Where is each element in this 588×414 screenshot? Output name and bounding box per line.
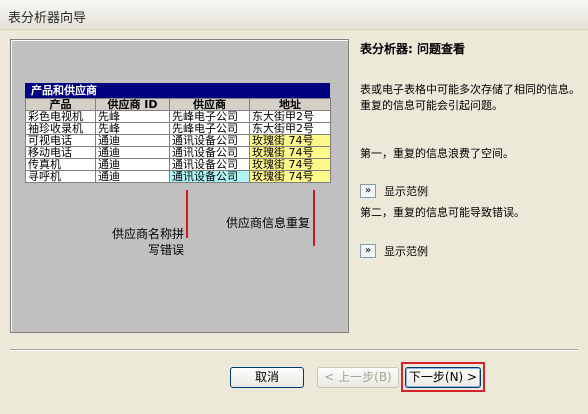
table-cell: 通迪 [95,170,170,183]
table-cell-highlighted: 通讯设备公司 [169,170,250,183]
table-cell: 通讯设备公司 [169,134,250,147]
cancel-button[interactable]: 取消 [230,367,304,388]
next-button[interactable]: 下一步(N) > [405,367,481,388]
table-row: 寻呼机 通迪 通讯设备公司 玫瑰街 74号 [25,170,331,183]
intro-text: 表或电子表格中可能多次存储了相同的信息。重复的信息可能会引起问题。 [360,83,580,112]
sample-table: 产品 供应商 ID 供应商 地址 彩色电视机 先峰 先峰电子公司 东大街甲2号 … [25,98,331,183]
sample-table-window: 产品和供应商 产品 供应商 ID 供应商 地址 彩色电视机 先峰 先峰电子公司 … [25,83,331,183]
column-header: 供应商 ID [95,98,170,111]
table-cell: 寻呼机 [25,170,96,183]
callout-line-misspelled [186,190,188,238]
table-cell: 通讯设备公司 [169,146,250,159]
point-one-text: 第一，重复的信息浪费了空间。 [360,147,514,160]
table-row: 袖珍收录机 先峰 先峰电子公司 东大街甲2号 [25,122,331,135]
callout-label-misspelled-1: 供应商名称拼 [112,227,185,241]
column-header: 地址 [249,98,331,111]
table-cell: 通迪 [95,158,170,171]
show-example-label[interactable]: 显示范例 [384,183,428,199]
table-row: 移动电话 通迪 通讯设备公司 玫瑰街 74号 [25,146,331,159]
table-cell-highlighted: 玫瑰街 74号 [249,158,331,171]
column-header: 供应商 [169,98,250,111]
callout-label-duplicate: 供应商信息重复 [226,216,311,230]
table-cell: 东大街甲2号 [249,110,331,123]
table-cell-highlighted: 玫瑰街 74号 [249,170,331,183]
page-title: 表分析器: 问题查看 [360,42,465,56]
table-cell: 袖珍收录机 [25,122,96,135]
callout-line-duplicate [313,190,315,246]
table-cell: 东大街甲2号 [249,122,331,135]
sample-table-title: 产品和供应商 [25,83,330,98]
table-cell: 彩色电视机 [25,110,96,123]
column-header: 产品 [25,98,96,111]
table-cell: 先峰电子公司 [169,122,250,135]
show-example-2[interactable]: » 显示范例 [360,243,428,259]
table-cell: 先峰电子公司 [169,110,250,123]
table-cell-highlighted: 玫瑰街 74号 [249,146,331,159]
back-button[interactable]: < 上一步(B) [317,367,399,388]
callout-label-misspelled-2: 写错误 [148,243,185,257]
point-two-text: 第二，重复的信息可能导致错误。 [360,206,525,219]
table-cell: 移动电话 [25,146,96,159]
table-cell: 可视电话 [25,134,96,147]
table-cell: 先峰 [95,110,170,123]
table-cell: 传真机 [25,158,96,171]
divider [10,349,578,351]
expand-icon[interactable]: » [360,244,376,258]
table-row: 传真机 通迪 通讯设备公司 玫瑰街 74号 [25,158,331,171]
window-titlebar[interactable]: 表分析器向导 [0,0,588,30]
table-row: 彩色电视机 先峰 先峰电子公司 东大街甲2号 [25,110,331,123]
table-header-row: 产品 供应商 ID 供应商 地址 [25,98,331,111]
table-row: 可视电话 通迪 通讯设备公司 玫瑰街 74号 [25,134,331,147]
show-example-label[interactable]: 显示范例 [384,243,428,259]
expand-icon[interactable]: » [360,184,376,198]
table-cell: 通迪 [95,146,170,159]
window-title: 表分析器向导 [8,11,87,26]
table-cell: 通迪 [95,134,170,147]
table-cell: 先峰 [95,122,170,135]
show-example-1[interactable]: » 显示范例 [360,183,428,199]
table-cell: 通讯设备公司 [169,158,250,171]
table-cell-highlighted: 玫瑰街 74号 [249,134,331,147]
